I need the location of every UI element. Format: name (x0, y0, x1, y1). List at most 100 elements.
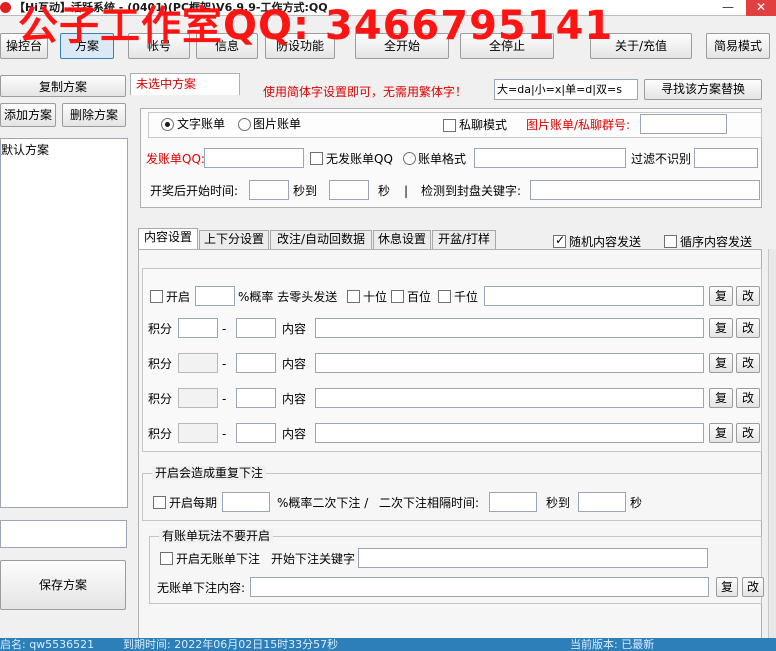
close-keyword-input[interactable] (530, 180, 760, 200)
copy-button[interactable]: 复 (709, 286, 733, 306)
status-expire: 到期时间: 2022年06月02日15时33分57秒 (123, 638, 339, 651)
image-group-input[interactable] (640, 114, 727, 134)
score-min-input-1[interactable] (178, 318, 218, 338)
score-label-1: 积分 (148, 322, 173, 336)
edit-button-1[interactable]: 改 (736, 318, 760, 338)
repeat-group-title: 开启会造成重复下注 (152, 466, 267, 480)
text-bill-label: 文字账单 (177, 117, 226, 131)
nobill-keyword-input[interactable] (358, 548, 708, 568)
random-send-label: 随机内容发送 (569, 235, 642, 249)
status-bar: 启名: qw5536521 到期时间: 2022年06月02日15时33分57秒… (0, 638, 776, 651)
enable-checkbox[interactable] (150, 290, 163, 303)
score-min-input-2[interactable] (178, 353, 218, 373)
scheme-list[interactable]: 默认方案 (0, 138, 128, 508)
score-max-input-3[interactable] (236, 388, 276, 408)
bill-format-radio[interactable] (403, 152, 416, 165)
score-min-input-4[interactable] (178, 423, 218, 443)
enable-each-checkbox[interactable] (153, 496, 166, 509)
score-label-4: 积分 (148, 427, 173, 441)
repeat-sec-label: 秒 (630, 496, 643, 510)
nobill-content-input[interactable] (250, 577, 709, 597)
copy-button-4[interactable]: 复 (709, 423, 733, 443)
score-max-input-4[interactable] (236, 423, 276, 443)
loop-send-checkbox[interactable] (664, 235, 677, 248)
repeat-interval-from-input[interactable] (489, 492, 537, 512)
image-bill-radio[interactable] (238, 118, 251, 131)
score-dash-1: - (222, 322, 227, 336)
edit-button-3[interactable]: 改 (736, 388, 760, 408)
loop-send-label: 循序内容发送 (680, 235, 753, 249)
replace-rule-input[interactable]: 大=da|小=x|单=d|双=s (494, 79, 638, 100)
hundreds-label: 百位 (407, 290, 432, 304)
probability-input[interactable] (195, 286, 235, 306)
content-label-2: 内容 (282, 357, 307, 371)
digit-content-input[interactable] (484, 286, 704, 306)
enable-each-label: 开启每期 (169, 496, 218, 510)
score-max-input-2[interactable] (236, 353, 276, 373)
start-time-to-input[interactable] (329, 180, 369, 200)
tens-checkbox[interactable] (347, 290, 360, 303)
random-send-checkbox[interactable] (553, 233, 566, 248)
filter-label: 过滤不识别 (631, 152, 692, 166)
save-scheme-button[interactable]: 保存方案 (0, 560, 126, 610)
find-replace-button[interactable]: 寻找该方案替换 (644, 79, 762, 100)
tab-score-settings[interactable]: 上下分设置 (199, 230, 269, 249)
repeat-probability-input[interactable] (222, 492, 270, 512)
private-mode-label: 私聊模式 (459, 118, 508, 132)
no-sender-checkbox[interactable] (310, 152, 323, 165)
private-mode-checkbox[interactable] (443, 119, 456, 132)
score-max-input-1[interactable] (236, 318, 276, 338)
copy-button-3[interactable]: 复 (709, 388, 733, 408)
enable-label: 开启 (166, 290, 191, 304)
nobill-edit-button[interactable]: 改 (742, 577, 764, 597)
thousands-checkbox[interactable] (438, 290, 451, 303)
image-group-label: 图片账单/私聊群号: (526, 118, 631, 132)
sec-label: 秒 (378, 184, 391, 198)
score-min-input-3[interactable] (178, 388, 218, 408)
scrollbar[interactable] (768, 249, 776, 638)
simple-mode-button[interactable]: 简易模式 (706, 33, 770, 59)
score-label-3: 积分 (148, 392, 173, 406)
tab-content-settings[interactable]: 内容设置 (138, 228, 198, 249)
tab-open-sample[interactable]: 开盆/打样 (432, 230, 496, 249)
content-input-1[interactable] (315, 318, 704, 338)
scheme-list-item[interactable]: 默认方案 (1, 142, 49, 158)
copy-button-2[interactable]: 复 (709, 353, 733, 373)
score-dash-4: - (222, 427, 227, 441)
sender-qq-label: 发账单QQ: (146, 152, 205, 166)
text-bill-radio[interactable] (161, 118, 174, 131)
thousands-label: 千位 (454, 290, 479, 304)
nobill-copy-button[interactable]: 复 (716, 577, 738, 597)
sender-qq-input[interactable] (204, 148, 304, 168)
content-input-4[interactable] (315, 423, 704, 443)
status-version: 当前版本: 已最新 (570, 638, 655, 651)
image-bill-label: 图片账单 (253, 117, 302, 131)
selected-scheme-tab[interactable]: 未选中方案 (130, 73, 240, 95)
filter-input[interactable] (694, 148, 758, 168)
repeat-interval-to-input[interactable] (578, 492, 626, 512)
start-time-from-input[interactable] (249, 180, 289, 200)
content-input-3[interactable] (315, 388, 704, 408)
edit-button-4[interactable]: 改 (736, 423, 760, 443)
score-dash-2: - (222, 357, 227, 371)
nobill-enable-checkbox[interactable] (160, 552, 173, 565)
scheme-name-input[interactable] (0, 520, 127, 548)
edit-button[interactable]: 改 (736, 286, 760, 306)
copy-button-1[interactable]: 复 (709, 318, 733, 338)
content-input-2[interactable] (315, 353, 704, 373)
delete-scheme-button[interactable]: 删除方案 (62, 103, 126, 127)
bill-format-input[interactable] (474, 148, 626, 168)
score-dash-3: - (222, 392, 227, 406)
nobill-group-title: 有账单玩法不要开启 (159, 529, 274, 543)
copy-scheme-button[interactable]: 复制方案 (0, 75, 126, 97)
repeat-interval-label: 二次下注相隔时间: (379, 496, 480, 510)
minimize-button[interactable]: — (716, 0, 740, 16)
close-button[interactable]: ✕ (746, 0, 776, 16)
tab-modify-auto-data[interactable]: 改注/自动回数据 (270, 230, 372, 249)
divider: | (404, 184, 409, 198)
tab-rest-settings[interactable]: 休息设置 (373, 230, 431, 249)
edit-button-2[interactable]: 改 (736, 353, 760, 373)
add-scheme-button[interactable]: 添加方案 (0, 103, 56, 127)
app-icon (0, 2, 11, 13)
hundreds-checkbox[interactable] (391, 290, 404, 303)
